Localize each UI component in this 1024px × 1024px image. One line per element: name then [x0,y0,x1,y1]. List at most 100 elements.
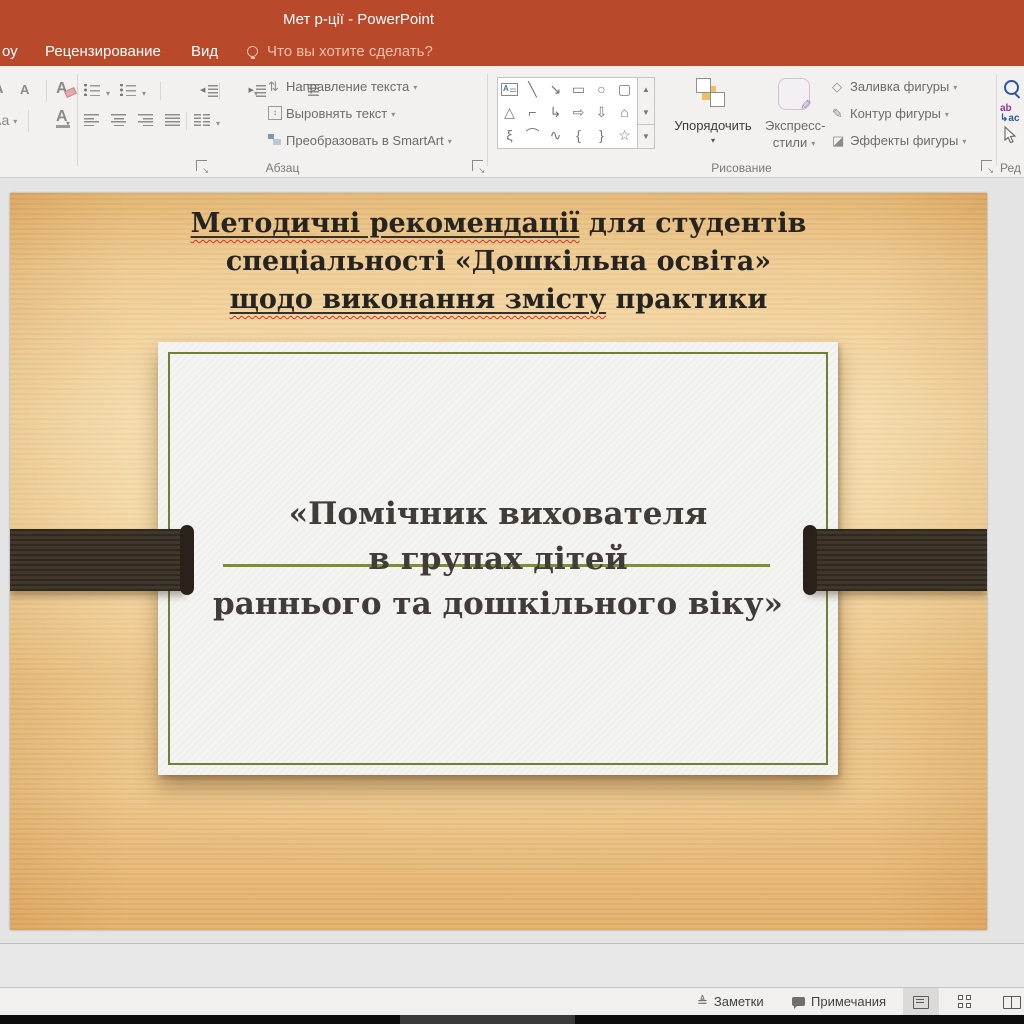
align-text-button[interactable]: Выровнять текст [286,106,395,121]
font-color-dropdown[interactable] [62,114,70,132]
change-case-icon[interactable]: Аа [0,112,17,128]
decrease-indent-icon[interactable] [200,85,218,97]
quick-styles-label-1: Экспресс- [765,118,823,133]
notes-toggle[interactable]: ≜Заметки [697,994,764,1010]
grow-font-icon[interactable]: А [0,80,4,98]
line-shape-icon[interactable]: ╲ [521,78,544,101]
star-shape-icon[interactable]: ☆ [613,124,636,147]
text-direction-button[interactable]: Направление текста [286,79,417,94]
arrange-button[interactable]: Упорядочить ▾ [663,74,763,170]
right-brace-shape-icon[interactable]: } [590,124,613,147]
arrange-icon [696,78,730,110]
columns-dropdown[interactable] [212,114,220,132]
slide-title-textbox[interactable]: Методичні рекомендації для студентів спе… [10,205,987,319]
normal-view-icon [913,996,929,1009]
subtitle-line-2: в групах дітей [158,537,838,582]
bullets-icon[interactable] [84,84,100,96]
arrow-shape-icon[interactable]: ↘ [544,78,567,101]
arrange-dropdown-arrow: ▾ [663,136,763,145]
comments-toggle[interactable]: Примечания [792,994,886,1009]
slide-sorter-view-button[interactable] [948,988,984,1015]
replace-icon[interactable]: ab ↳ac [1000,104,1020,124]
lightbulb-icon [247,46,258,57]
shape-effects-button[interactable]: Эффекты фигуры [850,133,966,148]
subtitle-textbox[interactable]: «Помічник вихователя в групах дітей ранн… [158,492,838,627]
divider [160,82,161,100]
bullets-dropdown[interactable] [102,84,110,102]
group-divider [487,74,488,166]
gallery-scroll-up-icon[interactable]: ▲ [638,78,654,101]
normal-view-button[interactable] [903,988,939,1015]
ribbon: А А А Аа А ⇅ Направление текста ↕ Выровн… [0,66,1024,178]
align-center-icon[interactable] [111,114,126,126]
paragraph-dialog-launcher[interactable] [472,160,483,171]
align-text-icon: ↕ [268,106,282,120]
ribbon-band-left [10,529,185,591]
slide-canvas: Методичні рекомендації для студентів спе… [0,178,1024,943]
gallery-scroll-down-icon[interactable]: ▼ [638,101,654,124]
slide-title-line-1: Методичні рекомендації для студентів [10,205,987,243]
tell-me-box[interactable]: Что вы хотите сделать? [267,43,433,60]
tab-review[interactable]: Рецензирование [45,43,161,60]
elbow-connector-icon[interactable]: ⌐ [521,101,544,124]
right-block-arrow-icon[interactable]: ⇨ [567,101,590,124]
rounded-rect-shape-icon[interactable]: ▢ [613,78,636,101]
clear-formatting-icon[interactable]: А [56,80,68,97]
tab-view[interactable]: Вид [191,43,218,60]
shape-outline-button[interactable]: Контур фигуры [850,106,949,121]
shape-fill-icon: ◇ [832,79,842,95]
textbox-shape-icon[interactable] [498,78,521,101]
triangle-shape-icon[interactable]: △ [498,101,521,124]
text-direction-icon: ⇅ [268,79,279,95]
slide-title-line-3: щодо виконання змісту практики [10,281,987,319]
comments-icon [792,997,805,1006]
shrink-font-icon[interactable]: А [20,82,29,97]
tab-slideshow-partial[interactable]: оу [2,43,18,60]
shapes-gallery: ╲ ↘ ▭ ○ ▢ △ ⌐ ↳ ⇨ ⇩ ⌂ ξ ⌒ ∿ { } ☆ ▲ ▼ ▼ [497,77,655,149]
arrange-label: Упорядочить [663,118,763,133]
quick-styles-button[interactable]: Экспресс- стили [765,74,823,170]
select-pointer-icon[interactable] [1004,126,1017,148]
elbow-arrow-connector-icon[interactable]: ↳ [544,101,567,124]
ribbon-band-right-cap [803,525,817,595]
left-brace-shape-icon[interactable]: { [567,124,590,147]
powerpoint-window: Мет р-ції - PowerPoint оу Рецензирование… [0,0,1024,1024]
justify-icon[interactable] [165,114,180,126]
reading-view-button[interactable] [993,988,1024,1015]
shape-fill-button[interactable]: Заливка фигуры [850,79,957,94]
divider [46,80,47,102]
notes-pane[interactable] [0,944,1024,987]
columns-icon[interactable] [194,114,210,126]
scribble-shape-icon[interactable]: ξ [498,124,521,147]
freeform-shape-icon[interactable]: ⌂ [613,101,636,124]
rectangle-shape-icon[interactable]: ▭ [567,78,590,101]
editing-group-label: Ред [1000,161,1024,175]
arc-shape-icon[interactable]: ⌒ [521,124,544,147]
group-divider [996,74,997,166]
align-left-icon[interactable] [84,114,99,126]
numbering-dropdown[interactable] [138,84,146,102]
gallery-more-icon[interactable]: ▼ [638,124,654,148]
slide[interactable]: Методичні рекомендації для студентів спе… [10,193,987,930]
line-spacing-dropdown[interactable] [250,84,258,102]
convert-smartart-button[interactable]: Преобразовать в SmartArt [286,133,452,148]
align-right-icon[interactable] [138,114,153,126]
subtitle-card[interactable]: «Помічник вихователя в групах дітей ранн… [158,342,838,775]
slide-sorter-icon [958,995,972,1008]
curve-shape-icon[interactable]: ∿ [544,124,567,147]
ribbon-band-left-cap [180,525,194,595]
group-divider [77,74,78,166]
drawing-dialog-launcher[interactable] [981,160,992,171]
title-bar: Мет р-ції - PowerPoint [0,0,1024,40]
ribbon-tab-row: оу Рецензирование Вид Что вы хотите сдел… [0,40,1024,66]
numbering-icon[interactable] [120,84,136,96]
down-block-arrow-icon[interactable]: ⇩ [590,101,613,124]
drawing-group-label: Рисование [487,161,996,175]
paragraph-group-label: Абзац [78,161,487,175]
window-title: Мет р-ції - PowerPoint [283,11,434,28]
ellipse-shape-icon[interactable]: ○ [590,78,613,101]
taskbar-segment [400,1015,575,1024]
gallery-scrollbar: ▲ ▼ ▼ [637,78,654,148]
divider [28,110,29,132]
find-icon[interactable] [1004,80,1019,95]
